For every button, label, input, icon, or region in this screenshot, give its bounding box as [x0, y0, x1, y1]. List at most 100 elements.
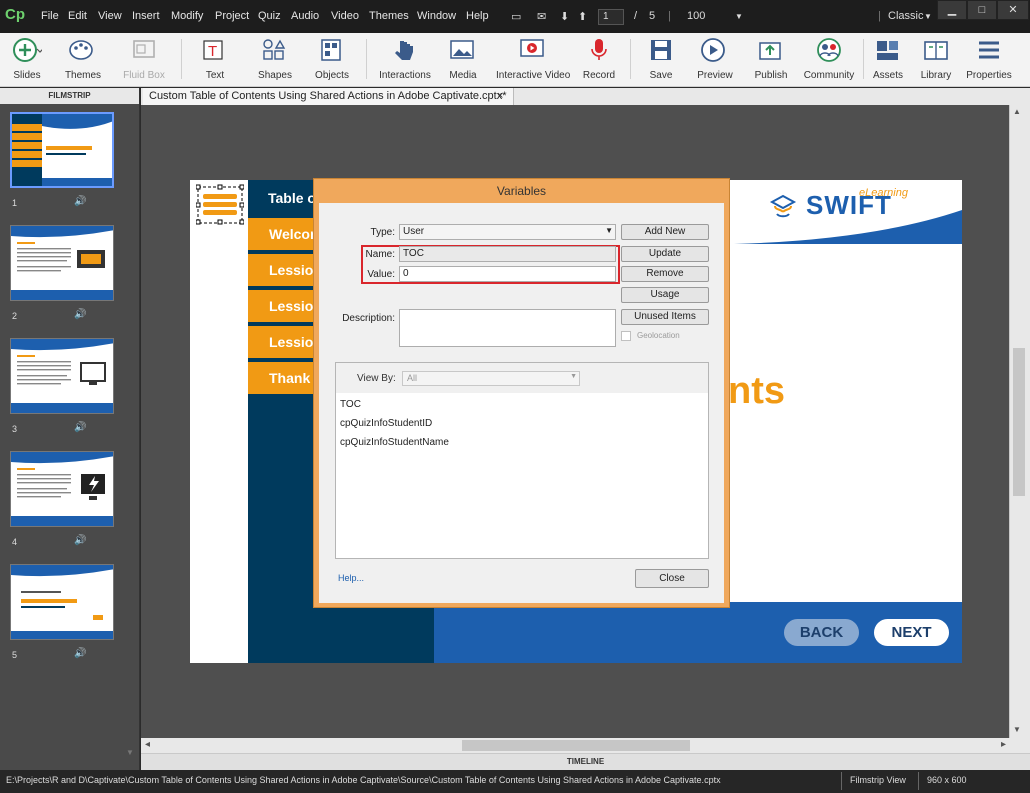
menu-help[interactable]: Help: [466, 10, 489, 22]
slide-2-preview: [11, 226, 113, 300]
objects-button[interactable]: Objects: [309, 33, 355, 87]
close-tab-icon[interactable]: ×: [497, 90, 503, 102]
slide-thumbnail-4[interactable]: [10, 451, 114, 527]
usage-button[interactable]: Usage: [621, 287, 709, 303]
view-by-select[interactable]: All ▼: [402, 371, 580, 386]
fluid-box-icon: [133, 40, 155, 58]
menu-project[interactable]: Project: [215, 10, 249, 22]
value-field[interactable]: 0: [399, 266, 616, 282]
slide-thumbnail-5[interactable]: [10, 564, 114, 640]
type-dropdown-icon[interactable]: ▼: [605, 226, 613, 235]
assets-button[interactable]: Assets: [868, 33, 908, 87]
fluid-box-button[interactable]: Fluid Box: [118, 33, 170, 87]
interactive-video-button[interactable]: Interactive Video: [496, 33, 570, 87]
menu-view[interactable]: View: [98, 10, 122, 22]
menu-insert[interactable]: Insert: [132, 10, 160, 22]
menu-video[interactable]: Video: [331, 10, 359, 22]
mail-icon[interactable]: ✉: [537, 10, 546, 23]
help-link[interactable]: Help...: [338, 573, 364, 583]
variable-item-student-name[interactable]: cpQuizInfoStudentName: [340, 437, 449, 448]
geolocation-checkbox[interactable]: [621, 331, 631, 341]
page-separator: /: [634, 10, 638, 22]
close-button[interactable]: Close: [635, 569, 709, 588]
arrow-down-icon[interactable]: ⬇: [560, 10, 569, 23]
minimize-button[interactable]: ▁: [937, 0, 967, 20]
variable-item-toc[interactable]: TOC: [340, 399, 361, 410]
arrow-up-icon[interactable]: ⬆: [578, 10, 587, 23]
maximize-button[interactable]: □: [967, 0, 997, 20]
publish-button[interactable]: Publish: [748, 33, 794, 87]
workspace-dropdown-icon[interactable]: ▼: [924, 12, 932, 21]
scroll-left-icon[interactable]: ◂: [145, 739, 150, 750]
save-button[interactable]: Save: [640, 33, 682, 87]
add-new-button[interactable]: Add New: [621, 224, 709, 240]
library-button[interactable]: Library: [914, 33, 958, 87]
menu-audio[interactable]: Audio: [291, 10, 319, 22]
slide-thumbnail-1[interactable]: [10, 112, 114, 188]
horizontal-scroll-thumb[interactable]: [462, 740, 690, 751]
community-label: Community: [803, 70, 855, 81]
scroll-right-icon[interactable]: ▸: [1001, 739, 1006, 750]
unused-items-button[interactable]: Unused Items: [621, 309, 709, 325]
preview-button[interactable]: Preview: [692, 33, 738, 87]
toc-menu-icon[interactable]: [196, 183, 244, 225]
vertical-scroll-thumb[interactable]: [1013, 348, 1025, 496]
toolbar-divider: [181, 39, 182, 79]
hamburger-menu-icon: [979, 41, 999, 59]
view-by-label: View By:: [357, 373, 396, 384]
zoom-value[interactable]: 100: [687, 10, 705, 22]
properties-button[interactable]: Properties: [964, 33, 1014, 87]
record-button[interactable]: Record: [578, 33, 620, 87]
type-select-value: User: [403, 226, 425, 237]
media-button[interactable]: Media: [440, 33, 486, 87]
community-button[interactable]: Community: [802, 33, 856, 87]
scroll-down-icon[interactable]: ▼: [126, 748, 134, 757]
description-field[interactable]: [399, 309, 616, 347]
scroll-down-icon[interactable]: ▼: [1013, 725, 1021, 734]
shapes-label: Shapes: [258, 70, 292, 81]
horizontal-scrollbar[interactable]: ◂ ▸: [141, 738, 1030, 753]
variable-item-student-id[interactable]: cpQuizInfoStudentID: [340, 418, 432, 429]
timeline-bar[interactable]: TIMELINE: [141, 753, 1030, 770]
close-window-button[interactable]: ✕: [997, 0, 1029, 20]
preview-screen-icon[interactable]: ▭: [511, 10, 521, 23]
speaker-icon: 🔊: [74, 535, 87, 546]
zoom-dropdown-icon[interactable]: ▼: [735, 12, 743, 21]
text-button[interactable]: T Text: [192, 33, 238, 87]
page-number-input[interactable]: 1: [598, 9, 624, 25]
slide-number: 3: [12, 424, 18, 434]
back-button[interactable]: BACK: [784, 619, 859, 646]
slides-button[interactable]: Slides: [4, 33, 50, 87]
shapes-button[interactable]: Shapes: [252, 33, 298, 87]
view-by-dropdown-icon[interactable]: ▼: [570, 373, 577, 380]
interactions-label: Interactions: [379, 70, 431, 81]
themes-button[interactable]: Themes: [60, 33, 106, 87]
update-button[interactable]: Update: [621, 246, 709, 262]
menu-quiz[interactable]: Quiz: [258, 10, 281, 22]
slide-3-preview: [11, 339, 113, 413]
remove-button[interactable]: Remove: [621, 266, 709, 282]
menu-edit[interactable]: Edit: [68, 10, 87, 22]
workspace-select[interactable]: Classic: [888, 10, 923, 22]
toolbar-divider: [863, 39, 864, 79]
play-circle-icon: [701, 38, 725, 62]
type-select[interactable]: User ▼: [399, 224, 616, 240]
text-label: Text: [205, 70, 225, 81]
name-field[interactable]: TOC: [399, 246, 616, 262]
slide-thumbnail-3[interactable]: [10, 338, 114, 414]
document-tab[interactable]: Custom Table of Contents Using Shared Ac…: [143, 88, 514, 105]
shapes-icon: [263, 39, 286, 60]
menu-window[interactable]: Window: [417, 10, 456, 22]
geolocation-label: Geolocation: [637, 331, 680, 340]
scroll-up-icon[interactable]: ▲: [1013, 107, 1021, 116]
slide-thumbnail-2[interactable]: [10, 225, 114, 301]
menu-file[interactable]: File: [41, 10, 59, 22]
main-toolbar: Slides Themes Fluid Box T Text Shapes Ob…: [0, 33, 1030, 87]
vertical-scrollbar[interactable]: ▲ ▼: [1009, 105, 1030, 738]
slide-1-preview: [12, 114, 112, 186]
interactions-button[interactable]: Interactions: [376, 33, 434, 87]
next-button[interactable]: NEXT: [874, 619, 949, 646]
slide-number: 2: [12, 311, 18, 321]
menu-themes[interactable]: Themes: [369, 10, 409, 22]
menu-modify[interactable]: Modify: [171, 10, 203, 22]
